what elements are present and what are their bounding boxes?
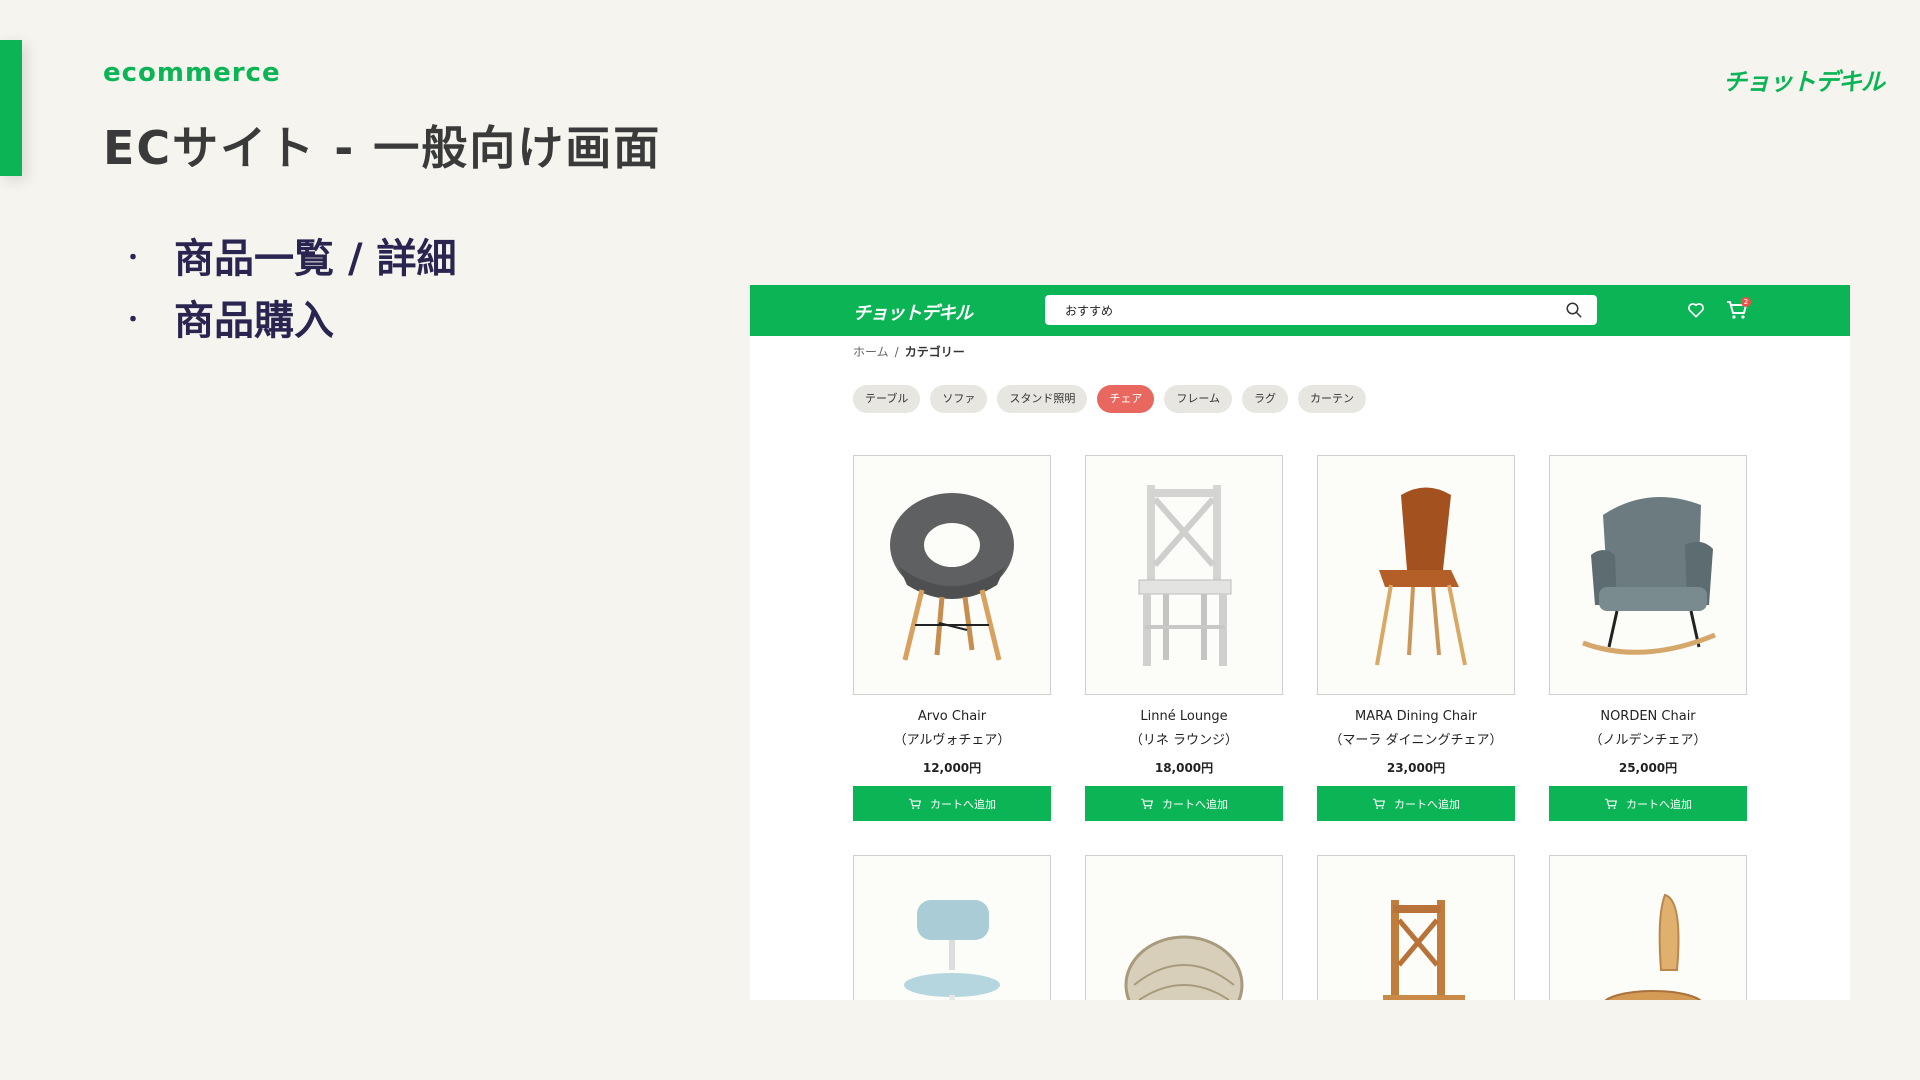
product-price: 25,000円 xyxy=(1618,761,1678,775)
chair-illustration xyxy=(904,900,1000,1000)
bullet-item: ・商品購入 xyxy=(122,290,456,352)
add-to-cart-label: カートへ追加 xyxy=(930,797,996,811)
category-chip[interactable]: スタンド照明 xyxy=(997,385,1088,413)
add-to-cart-button[interactable]: カートへ追加 xyxy=(853,786,1051,821)
bullet-text: 商品購入 xyxy=(174,298,335,344)
product-card: Linné Lounge （リネ ラウンジ） 18,000円 カートへ追加 xyxy=(1085,455,1283,821)
chair-illustration xyxy=(1124,935,1244,1000)
product-image[interactable] xyxy=(1549,455,1747,695)
product-name[interactable]: MARA Dining Chair xyxy=(1317,705,1515,729)
bullet-text: 商品一覧 / 詳細 xyxy=(174,236,457,282)
chair-illustration xyxy=(1375,487,1467,666)
bullet-item: ・商品一覧 / 詳細 xyxy=(122,228,456,290)
brand-logo: チョットデキル xyxy=(1723,68,1885,96)
product-kana: （マーラ ダイニングチェア） xyxy=(1329,733,1503,748)
product-image[interactable] xyxy=(1549,855,1747,1000)
category-filter: テーブル ソファ スタンド照明 チェア フレーム ラグ カーテン xyxy=(853,385,1367,413)
slide-eyebrow: ecommerce xyxy=(103,58,281,88)
search-value: おすすめ xyxy=(1065,304,1114,318)
product-kana: （アルヴォチェア） xyxy=(893,733,1011,748)
ec-site-screenshot: チョットデキル おすすめ 2 ホーム / カテゴリー テーブル ソファ スタンド照明… xyxy=(750,285,1850,1000)
search-input[interactable]: おすすめ xyxy=(1045,295,1597,325)
cart-icon xyxy=(1605,798,1617,809)
category-chip[interactable]: チェア xyxy=(1097,385,1155,413)
product-image[interactable] xyxy=(1317,455,1515,695)
product-card xyxy=(853,855,1051,1000)
chair-illustration xyxy=(1582,497,1716,655)
add-to-cart-button[interactable]: カートへ追加 xyxy=(1317,786,1515,821)
category-chip[interactable]: ラグ xyxy=(1242,385,1289,413)
product-card xyxy=(1085,855,1283,1000)
product-image[interactable] xyxy=(853,455,1051,695)
product-kana: （リネ ラウンジ） xyxy=(1129,733,1239,748)
product-image[interactable] xyxy=(1085,855,1283,1000)
cart-icon xyxy=(909,798,921,809)
product-name[interactable]: Arvo Chair xyxy=(853,705,1051,729)
breadcrumb: ホーム / カテゴリー xyxy=(853,343,965,360)
cart-icon xyxy=(1373,798,1385,809)
cart-icon xyxy=(1141,798,1153,809)
product-card: NORDEN Chair （ノルデンチェア） 25,000円 カートへ追加 xyxy=(1549,455,1747,821)
add-to-cart-button[interactable]: カートへ追加 xyxy=(1549,786,1747,821)
product-image[interactable] xyxy=(1317,855,1515,1000)
chair-illustration xyxy=(1383,900,1465,1000)
site-logo[interactable]: チョットデキル xyxy=(853,299,973,325)
site-header: チョットデキル おすすめ 2 xyxy=(750,285,1850,336)
product-card: MARA Dining Chair （マーラ ダイニングチェア） 23,000円… xyxy=(1317,455,1515,821)
breadcrumb-separator: / xyxy=(894,345,899,359)
chair-illustration xyxy=(1604,893,1702,1000)
product-price: 12,000円 xyxy=(922,761,982,775)
add-to-cart-label: カートへ追加 xyxy=(1162,797,1228,811)
chair-illustration xyxy=(890,493,1014,661)
product-name[interactable]: Linné Lounge xyxy=(1085,705,1283,729)
category-chip[interactable]: テーブル xyxy=(853,385,921,413)
product-image[interactable] xyxy=(1085,455,1283,695)
chair-illustration xyxy=(1138,485,1232,666)
heart-icon[interactable] xyxy=(1686,300,1706,320)
product-grid: Arvo Chair （アルヴォチェア） 12,000円 カートへ追加 Linn… xyxy=(853,455,1747,1000)
search-icon[interactable] xyxy=(1565,301,1583,319)
add-to-cart-button[interactable]: カートへ追加 xyxy=(1085,786,1283,821)
slide-bullet-list: ・商品一覧 / 詳細 ・商品購入 xyxy=(122,228,456,352)
breadcrumb-current: カテゴリー xyxy=(904,345,965,359)
slide-title: ECサイト - 一般向け画面 xyxy=(103,121,662,175)
product-price: 18,000円 xyxy=(1154,761,1214,775)
product-kana: （ノルデンチェア） xyxy=(1589,733,1707,748)
breadcrumb-home[interactable]: ホーム xyxy=(853,345,889,359)
add-to-cart-label: カートへ追加 xyxy=(1626,797,1692,811)
product-card xyxy=(1317,855,1515,1000)
category-chip[interactable]: ソファ xyxy=(930,385,988,413)
product-card: Arvo Chair （アルヴォチェア） 12,000円 カートへ追加 xyxy=(853,455,1051,821)
add-to-cart-label: カートへ追加 xyxy=(1394,797,1460,811)
product-price: 23,000円 xyxy=(1386,761,1446,775)
product-card xyxy=(1549,855,1747,1000)
product-name[interactable]: NORDEN Chair xyxy=(1549,705,1747,729)
cart-count-badge: 2 xyxy=(1741,297,1751,307)
slide-accent-bar xyxy=(0,40,22,176)
product-image[interactable] xyxy=(853,855,1051,1000)
category-chip[interactable]: カーテン xyxy=(1298,385,1367,413)
category-chip[interactable]: フレーム xyxy=(1164,385,1233,413)
